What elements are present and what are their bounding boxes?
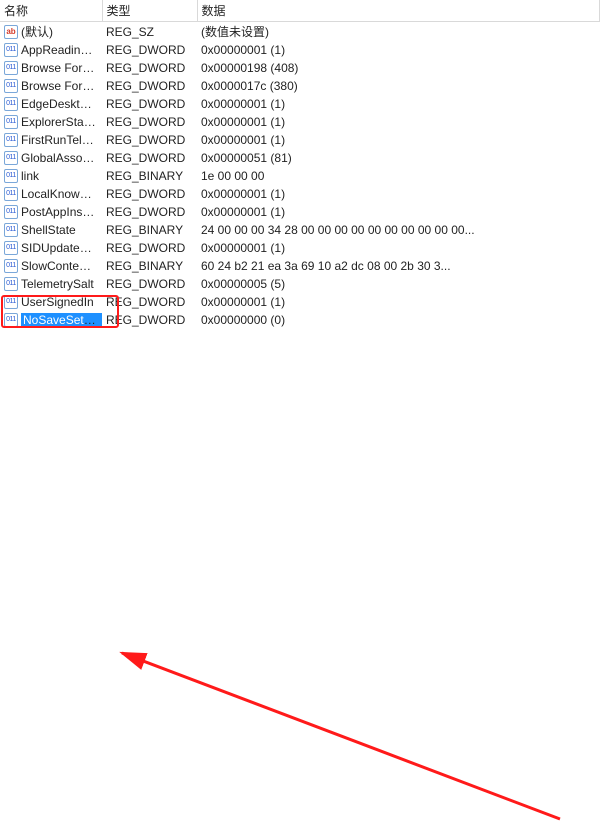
registry-value-data: 0x0000017c (380): [197, 77, 600, 95]
registry-value-name: SIDUpdatedO...: [21, 241, 102, 255]
registry-value-type: REG_DWORD: [102, 275, 197, 293]
binary-value-icon: [4, 241, 18, 255]
registry-value-row[interactable]: ShellState REG_BINARY24 00 00 00 34 28 00…: [0, 221, 600, 239]
binary-value-icon: [4, 277, 18, 291]
registry-value-row[interactable]: SIDUpdatedO...REG_DWORD0x00000001 (1): [0, 239, 600, 257]
registry-value-row[interactable]: UserSignedIn REG_DWORD0x00000001 (1): [0, 293, 600, 311]
column-header-name[interactable]: 名称: [0, 0, 102, 22]
registry-value-row[interactable]: PostAppInstall...REG_DWORD0x00000001 (1): [0, 203, 600, 221]
registry-value-name: GlobalAssocCh...: [21, 151, 102, 165]
binary-value-icon: [4, 115, 18, 129]
registry-value-name: SlowContextM...: [21, 259, 102, 273]
registry-value-name: UserSignedIn: [21, 295, 94, 309]
registry-value-type: REG_DWORD: [102, 311, 197, 329]
column-header-type[interactable]: 类型: [102, 0, 197, 22]
registry-value-name: AppReadinessL...: [21, 43, 102, 57]
registry-value-type: REG_SZ: [102, 22, 197, 42]
binary-value-icon: [4, 259, 18, 273]
binary-value-icon: [4, 187, 18, 201]
registry-value-type: REG_DWORD: [102, 95, 197, 113]
registry-value-row[interactable]: TelemetrySalt REG_DWORD0x00000005 (5): [0, 275, 600, 293]
registry-value-type: REG_BINARY: [102, 257, 197, 275]
binary-value-icon: [4, 61, 18, 75]
registry-value-type: REG_DWORD: [102, 239, 197, 257]
registry-value-name: EdgeDesktopS...: [21, 97, 102, 111]
registry-value-name: LocalKnownFol...: [21, 187, 102, 201]
registry-value-row[interactable]: EdgeDesktopS...REG_DWORD0x00000001 (1): [0, 95, 600, 113]
registry-value-name: TelemetrySalt: [21, 277, 94, 291]
registry-value-data: 0x00000001 (1): [197, 95, 600, 113]
registry-value-data: 0x00000001 (1): [197, 239, 600, 257]
string-value-icon: [4, 25, 18, 39]
registry-value-type: REG_DWORD: [102, 59, 197, 77]
binary-value-icon: [4, 205, 18, 219]
registry-value-name: PostAppInstall...: [21, 205, 102, 219]
registry-value-data: 1e 00 00 00: [197, 167, 600, 185]
registry-value-row[interactable]: LocalKnownFol...REG_DWORD0x00000001 (1): [0, 185, 600, 203]
binary-value-icon: [4, 133, 18, 147]
registry-value-name: NoSaveSettings: [21, 313, 102, 327]
registry-value-row[interactable]: SlowContextM...REG_BINARY60 24 b2 21 ea …: [0, 257, 600, 275]
registry-value-row[interactable]: Browse For Fol...REG_DWORD0x00000198 (40…: [0, 59, 600, 77]
registry-value-name: FirstRunTelem...: [21, 133, 102, 147]
column-header-data[interactable]: 数据: [197, 0, 600, 22]
binary-value-icon: [4, 295, 18, 309]
binary-value-icon: [4, 97, 18, 111]
registry-value-data: 0x00000001 (1): [197, 131, 600, 149]
registry-value-data: 0x00000001 (1): [197, 113, 600, 131]
registry-value-type: REG_DWORD: [102, 185, 197, 203]
registry-value-data: 0x00000198 (408): [197, 59, 600, 77]
registry-value-row[interactable]: link REG_BINARY1e 00 00 00: [0, 167, 600, 185]
binary-value-icon: [4, 151, 18, 165]
registry-value-row[interactable]: AppReadinessL...REG_DWORD0x00000001 (1): [0, 41, 600, 59]
binary-value-icon: [4, 313, 18, 327]
binary-value-icon: [4, 79, 18, 93]
registry-value-type: REG_DWORD: [102, 41, 197, 59]
registry-value-name: link: [21, 169, 39, 183]
registry-value-type: REG_DWORD: [102, 131, 197, 149]
registry-value-row[interactable]: GlobalAssocCh...REG_DWORD0x00000051 (81): [0, 149, 600, 167]
registry-value-row[interactable]: NoSaveSettingsREG_DWORD0x00000000 (0): [0, 311, 600, 329]
registry-value-row[interactable]: Browse For Fol...REG_DWORD0x0000017c (38…: [0, 77, 600, 95]
binary-value-icon: [4, 169, 18, 183]
registry-value-data: 0x00000001 (1): [197, 41, 600, 59]
registry-value-row[interactable]: FirstRunTelem...REG_DWORD0x00000001 (1): [0, 131, 600, 149]
registry-value-type: REG_DWORD: [102, 149, 197, 167]
registry-value-type: REG_DWORD: [102, 203, 197, 221]
registry-value-type: REG_DWORD: [102, 293, 197, 311]
registry-value-name: ExplorerStartu...: [21, 115, 102, 129]
annotation-arrow: [0, 329, 600, 834]
binary-value-icon: [4, 43, 18, 57]
registry-value-data: (数值未设置): [197, 22, 600, 42]
registry-value-data: 0x00000001 (1): [197, 185, 600, 203]
registry-value-name: Browse For Fol...: [21, 61, 102, 75]
registry-value-data: 0x00000001 (1): [197, 203, 600, 221]
registry-value-name: Browse For Fol...: [21, 79, 102, 93]
binary-value-icon: [4, 223, 18, 237]
registry-value-type: REG_BINARY: [102, 221, 197, 239]
registry-value-type: REG_DWORD: [102, 113, 197, 131]
registry-value-data: 0x00000005 (5): [197, 275, 600, 293]
registry-value-name: (默认): [21, 25, 53, 39]
registry-value-name: ShellState: [21, 223, 76, 237]
registry-value-row[interactable]: (默认) REG_SZ(数值未设置): [0, 22, 600, 42]
registry-values-list[interactable]: 名称 类型 数据 (默认)REG_SZ(数值未设置)AppReadinessL.…: [0, 0, 600, 329]
registry-value-data: 0x00000051 (81): [197, 149, 600, 167]
registry-value-data: 60 24 b2 21 ea 3a 69 10 a2 dc 08 00 2b 3…: [197, 257, 600, 275]
registry-value-row[interactable]: ExplorerStartu...REG_DWORD0x00000001 (1): [0, 113, 600, 131]
registry-value-data: 0x00000000 (0): [197, 311, 600, 329]
registry-value-type: REG_DWORD: [102, 77, 197, 95]
registry-value-type: REG_BINARY: [102, 167, 197, 185]
registry-value-data: 24 00 00 00 34 28 00 00 00 00 00 00 00 0…: [197, 221, 600, 239]
registry-value-data: 0x00000001 (1): [197, 293, 600, 311]
